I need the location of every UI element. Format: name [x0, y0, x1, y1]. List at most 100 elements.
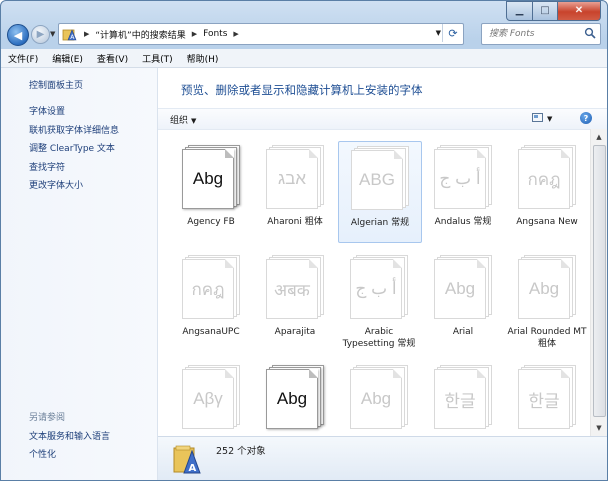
font-item[interactable]: ABG Algerian 常规 — [338, 141, 422, 243]
help-button[interactable]: ? — [580, 112, 592, 124]
menu-tools[interactable]: 工具(T) — [135, 52, 180, 65]
menu-file[interactable]: 文件(F) — [1, 52, 45, 65]
font-sample: กคฎ — [191, 279, 225, 299]
font-file-icon: أ ب ج — [350, 255, 408, 323]
font-item[interactable]: กคฎ Angsana New — [506, 141, 588, 241]
font-sample: Abg — [360, 389, 392, 408]
font-item[interactable]: अबक Aparajita — [254, 251, 336, 351]
task-get-font-info-online[interactable]: 联机获取字体详细信息 — [29, 123, 119, 142]
font-item[interactable]: أ ب ج Andalus 常规 — [422, 141, 504, 241]
font-file-icon: ABG — [351, 146, 409, 214]
forward-button[interactable]: ▶ — [31, 25, 50, 44]
font-item[interactable]: ΑβγArial Unicode MS 常规 — [170, 361, 252, 436]
font-item[interactable]: กคฎ AngsanaUPC — [170, 251, 252, 351]
chevron-right-icon[interactable]: ▶ — [84, 30, 89, 38]
search-folder-icon: A — [62, 26, 78, 42]
organize-label: 组织 — [170, 116, 189, 126]
font-sample: אבג — [277, 169, 307, 188]
see-also-personalization[interactable]: 个性化 — [29, 447, 110, 465]
menu-help[interactable]: 帮助(H) — [180, 52, 226, 65]
address-bar[interactable]: A ▶ “计算机”中的搜索结果 ▶ Fonts ▶ ▼ ⟳ — [58, 23, 464, 45]
font-name: Arial — [452, 327, 474, 337]
see-also-list: 文本服务和输入语言 个性化 — [29, 429, 110, 465]
font-item[interactable]: أ ب ج Arabic Typesetting 常规 — [338, 251, 420, 351]
minimize-icon: ▁ — [515, 5, 524, 16]
scroll-up-icon[interactable]: ▲ — [591, 130, 607, 144]
font-file-icon: กคฎ — [518, 145, 576, 213]
see-also-text-services[interactable]: 文本服务和输入语言 — [29, 429, 110, 447]
font-sample: أ ب ج — [439, 169, 481, 188]
back-button[interactable]: ◀ — [7, 24, 29, 46]
search-input[interactable] — [487, 28, 587, 40]
font-item[interactable]: Abg Arial Rounded MT 粗体 — [506, 251, 588, 351]
recent-pages-dropdown[interactable]: ▼ — [50, 30, 55, 38]
task-find-character[interactable]: 查找字符 — [29, 160, 119, 179]
font-item[interactable]: 한글BatangChe 常规 — [506, 361, 588, 436]
close-icon: ✕ — [574, 5, 584, 16]
font-file-icon: 한글 — [518, 365, 576, 433]
command-bar: 组织 ▼ ▼ ? — [158, 108, 607, 130]
minimize-button[interactable]: ▁ — [506, 1, 533, 21]
task-list: 字体设置 联机获取字体详细信息 调整 ClearType 文本 查找字符 更改字… — [29, 104, 119, 197]
scroll-down-icon[interactable]: ▼ — [591, 421, 607, 435]
see-also-heading: 另请参阅 — [29, 413, 66, 423]
chevron-right-icon[interactable]: ▶ — [233, 30, 238, 38]
font-sample: Abg — [444, 279, 476, 298]
search-icon[interactable] — [584, 27, 596, 42]
breadcrumb-fonts[interactable]: Fonts — [203, 29, 227, 39]
font-file-icon: अबक — [266, 255, 324, 323]
content-pane: 预览、删除或者显示和隐藏计算机上安装的字体 组织 ▼ ▼ ? Abg Agency … — [158, 68, 607, 436]
task-change-font-size[interactable]: 更改字体大小 — [29, 178, 119, 197]
view-icon — [532, 113, 543, 122]
navigation-bar: ◀ ▶ ▼ A ▶ “计算机”中的搜索结果 ▶ Fonts ▶ ▼ ⟳ — [1, 20, 607, 48]
font-name: Arabic Typesetting 常规 — [342, 327, 416, 349]
maximize-button[interactable]: □ — [533, 1, 558, 21]
organize-button[interactable]: 组织 ▼ — [170, 113, 196, 126]
font-name: Aharoni 粗体 — [267, 217, 323, 227]
control-panel-home-link[interactable]: 控制面板主页 — [29, 78, 83, 91]
fonts-folder-icon: A — [172, 442, 206, 479]
change-view-button[interactable]: ▼ — [532, 113, 552, 124]
arrow-left-icon: ◀ — [13, 28, 23, 42]
font-sample: अबक — [274, 280, 310, 300]
font-file-icon: 한글 — [434, 365, 492, 433]
item-count: 252 个对象 — [216, 446, 266, 457]
page-title: 预览、删除或者显示和隐藏计算机上安装的字体 — [181, 83, 423, 97]
menu-edit[interactable]: 编辑(E) — [45, 52, 90, 65]
scrollbar-thumb[interactable] — [593, 145, 606, 417]
breadcrumb-search-results[interactable]: “计算机”中的搜索结果 — [95, 28, 185, 41]
font-name: AngsanaUPC — [182, 327, 240, 337]
task-adjust-cleartype[interactable]: 调整 ClearType 文本 — [29, 141, 119, 160]
font-name: Agency FB — [187, 217, 235, 227]
font-file-icon: Abg — [350, 365, 408, 433]
task-font-settings[interactable]: 字体设置 — [29, 104, 119, 123]
font-sample: กคฎ — [527, 169, 561, 189]
chevron-right-icon[interactable]: ▶ — [192, 30, 197, 38]
refresh-icon[interactable]: ⟳ — [442, 24, 463, 42]
font-name: Andalus 常规 — [434, 217, 492, 227]
menu-view[interactable]: 查看(V) — [90, 52, 135, 65]
font-file-icon: Abg — [518, 255, 576, 323]
font-sample: Abg — [528, 279, 560, 298]
address-dropdown-icon[interactable]: ▼ — [436, 29, 441, 37]
font-file-icon: Αβγ — [182, 365, 240, 433]
chevron-down-icon: ▼ — [191, 117, 197, 125]
font-item[interactable]: אבג Aharoni 粗体 — [254, 141, 336, 241]
font-grid: Abg Agency FB אבג Aharoni 粗体 ABG Algerian 常规 أ… — [158, 129, 590, 436]
font-item[interactable]: Abg Arial — [422, 251, 504, 351]
font-sample: ABG — [359, 170, 395, 189]
font-file-icon: Abg — [266, 365, 324, 433]
breadcrumb: ▶ “计算机”中的搜索结果 ▶ Fonts ▶ — [78, 28, 245, 41]
font-item[interactable]: 한글Batang 常规 — [422, 361, 504, 436]
font-item[interactable]: Abg Agency FB — [170, 141, 252, 241]
search-box[interactable] — [481, 23, 601, 45]
font-item[interactable]: AbgBaskerville Old Face 常规 — [338, 361, 420, 436]
task-pane: 控制面板主页 字体设置 联机获取字体详细信息 调整 ClearType 文本 查… — [1, 68, 158, 480]
font-item[interactable]: AbgBaiduan Number 常规 — [254, 361, 336, 436]
svg-text:A: A — [189, 463, 197, 474]
maximize-icon: □ — [540, 5, 550, 16]
font-file-icon: กคฎ — [182, 255, 240, 323]
font-sample: Αβγ — [193, 389, 223, 408]
close-button[interactable]: ✕ — [558, 1, 601, 21]
vertical-scrollbar[interactable]: ▲ ▼ — [590, 129, 607, 436]
